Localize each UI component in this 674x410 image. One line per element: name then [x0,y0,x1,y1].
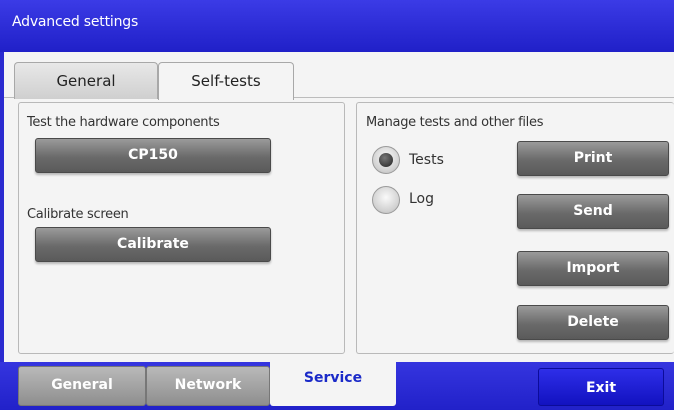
cp150-button[interactable]: CP150 [35,138,271,173]
hardware-panel: Test the hardware components CP150 Calib… [18,102,345,354]
radio-selected-dot-icon [379,153,393,167]
settings-content: General Self-tests Test the hardware com… [4,52,674,362]
manage-files-label: Manage tests and other files [366,115,544,130]
tab-self-tests[interactable]: Self-tests [158,62,294,100]
radio-tests[interactable] [372,146,400,174]
manage-files-panel: Manage tests and other files Tests Log P… [356,102,674,354]
send-button[interactable]: Send [517,194,669,229]
nav-network[interactable]: Network [146,366,270,406]
calibrate-button[interactable]: Calibrate [35,227,271,262]
bottom-navigation: General Network Service Exit [0,362,674,410]
print-button[interactable]: Print [517,141,669,176]
hardware-components-label: Test the hardware components [27,115,220,130]
calibrate-screen-label: Calibrate screen [27,207,129,222]
radio-log-label[interactable]: Log [409,191,434,207]
nav-general[interactable]: General [18,366,146,406]
radio-log[interactable] [372,186,400,214]
import-button[interactable]: Import [517,251,669,286]
top-tab-bar: General Self-tests [4,52,674,100]
nav-service[interactable]: Service [270,362,396,406]
window-title: Advanced settings [0,0,674,52]
radio-tests-label[interactable]: Tests [409,152,444,168]
tab-general[interactable]: General [14,62,158,99]
exit-button[interactable]: Exit [538,368,664,406]
delete-button[interactable]: Delete [517,305,669,340]
